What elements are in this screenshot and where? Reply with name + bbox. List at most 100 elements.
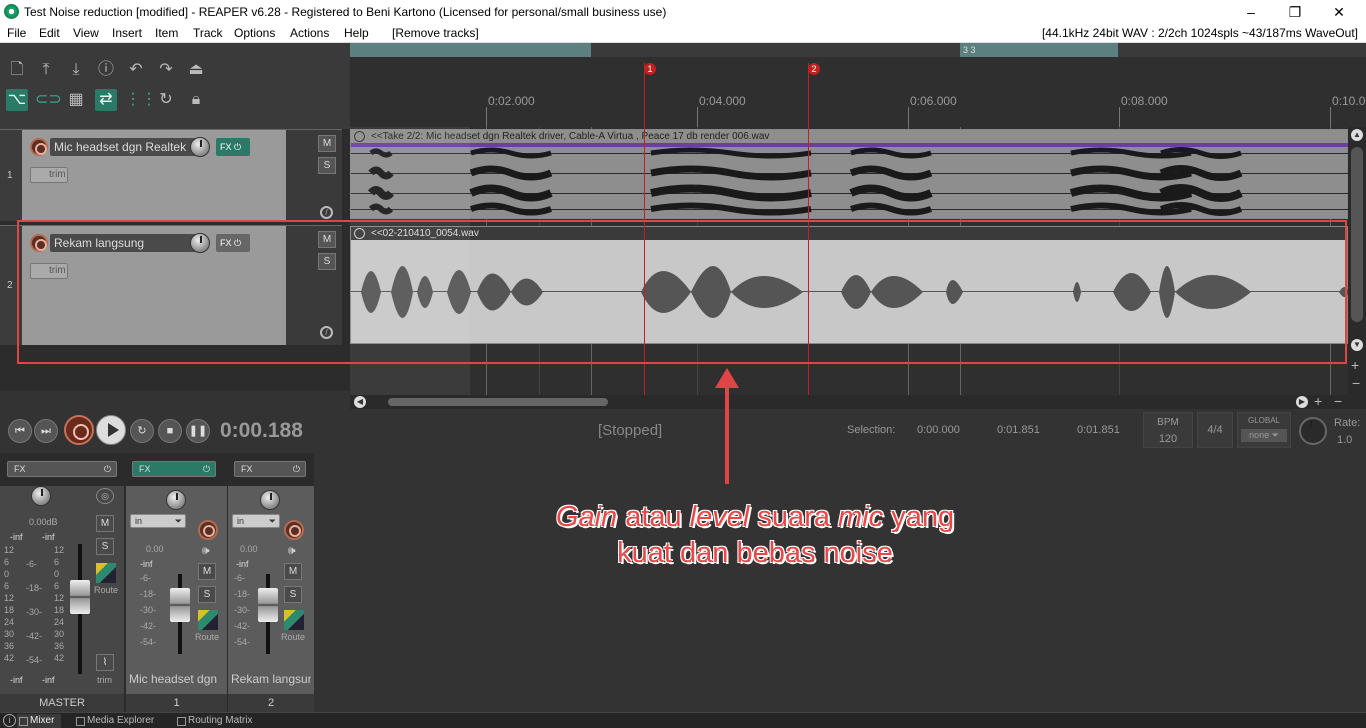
strip-record-arm-button[interactable]: [198, 520, 218, 540]
tab-media-explorer[interactable]: Media Explorer: [74, 714, 164, 728]
menu-help[interactable]: Help: [344, 26, 369, 40]
new-project-icon[interactable]: 🗋: [6, 59, 28, 81]
close-button[interactable]: ✕: [1324, 2, 1354, 22]
strip-mute-button[interactable]: M: [198, 563, 216, 580]
play-button[interactable]: [96, 415, 126, 445]
strip-solo-button[interactable]: S: [198, 586, 216, 603]
ripple-edit-icon[interactable]: ⌥: [6, 89, 28, 111]
menu-actions[interactable]: Actions: [290, 26, 329, 40]
repeat-button[interactable]: ↻: [130, 419, 154, 443]
pan-knob[interactable]: [260, 490, 280, 510]
record-arm-button[interactable]: [30, 138, 48, 156]
scroll-right-icon[interactable]: ▶: [1296, 396, 1308, 408]
region-bar[interactable]: 3 3: [960, 43, 1118, 57]
master-mute-button[interactable]: M: [96, 515, 114, 532]
menu-insert[interactable]: Insert: [112, 26, 142, 40]
strip-fx-button[interactable]: FX ⏻: [132, 461, 216, 477]
marker-1[interactable]: 1: [644, 63, 656, 75]
menu-remove-tracks[interactable]: [Remove tracks]: [392, 26, 479, 40]
time-signature[interactable]: 4/4: [1197, 412, 1233, 448]
track-name[interactable]: Mic headset dgn Realtek: [50, 138, 200, 156]
route-icon[interactable]: [284, 610, 304, 630]
selection-end[interactable]: 0:01.851: [997, 424, 1040, 436]
route-icon[interactable]: [198, 610, 218, 630]
bpm-box[interactable]: BPM 120: [1143, 412, 1193, 448]
selection-length[interactable]: 0:01.851: [1077, 424, 1120, 436]
minimize-button[interactable]: –: [1236, 2, 1266, 22]
scroll-up-icon[interactable]: ▲: [1351, 129, 1363, 141]
global-automation-box[interactable]: GLOBAL none ⏷: [1237, 412, 1291, 448]
grid-lines-icon[interactable]: ⋮⋮: [125, 89, 157, 111]
route-icon[interactable]: [96, 563, 116, 583]
fx-button[interactable]: FX ⏻: [216, 138, 250, 156]
volume-knob[interactable]: [190, 137, 210, 157]
selection-start[interactable]: 0:00.000: [917, 424, 960, 436]
zoom-in-vertical-icon[interactable]: +: [1351, 357, 1359, 373]
master-fader[interactable]: [70, 580, 90, 614]
media-item-track-1[interactable]: <<Take 2/2: Mic headset dgn Realtek driv…: [350, 129, 1349, 219]
loop-icon[interactable]: ↻: [155, 89, 177, 111]
scroll-left-icon[interactable]: ◀: [354, 396, 366, 408]
menu-item[interactable]: Item: [155, 26, 178, 40]
menu-options[interactable]: Options: [234, 26, 275, 40]
vertical-scroll-thumb[interactable]: [1351, 147, 1363, 322]
master-pan-knob[interactable]: [31, 486, 51, 506]
pause-button[interactable]: ❚❚: [186, 419, 210, 443]
speaker-icon[interactable]: 🕪︎: [202, 543, 210, 558]
go-to-start-button[interactable]: ⏮: [8, 419, 32, 443]
strip-name[interactable]: Mic headset dgn: [129, 672, 225, 686]
snap-grid-icon[interactable]: ▦: [65, 89, 87, 111]
strip-record-arm-button[interactable]: [284, 520, 304, 540]
metronome-icon[interactable]: ⏏: [185, 59, 207, 81]
vertical-scrollbar[interactable]: ▲ ▼ + −: [1348, 127, 1366, 395]
zoom-in-horizontal-icon[interactable]: +: [1314, 393, 1322, 409]
solo-button[interactable]: S: [318, 157, 336, 174]
project-settings-icon[interactable]: ⓘ: [95, 59, 117, 81]
redo-icon[interactable]: ↷: [155, 59, 177, 81]
lock-icon[interactable]: 🔒︎: [185, 89, 207, 111]
dock-info-icon[interactable]: i: [3, 714, 16, 727]
stop-button[interactable]: ■: [158, 419, 182, 443]
marker-2[interactable]: 2: [808, 63, 820, 75]
stereo-width-icon[interactable]: ◎: [96, 488, 114, 504]
menu-edit[interactable]: Edit: [39, 26, 60, 40]
zoom-out-vertical-icon[interactable]: −: [1352, 375, 1360, 391]
phase-invert-icon[interactable]: /: [320, 206, 333, 219]
speaker-icon[interactable]: 🕪︎: [288, 543, 296, 558]
menu-track[interactable]: Track: [193, 26, 223, 40]
auto-crossfade-icon[interactable]: ⇄: [95, 89, 117, 111]
menu-view[interactable]: View: [73, 26, 99, 40]
master-solo-button[interactable]: S: [96, 538, 114, 555]
global-automation-select[interactable]: none ⏷: [1241, 429, 1287, 442]
mute-button[interactable]: M: [318, 135, 336, 152]
grouping-icon[interactable]: ⊂⊃: [35, 89, 62, 111]
input-select[interactable]: in ⏷: [130, 514, 186, 528]
record-button[interactable]: [64, 415, 94, 445]
master-trim-icon[interactable]: ⌇: [96, 654, 114, 671]
strip-fx-button[interactable]: FX ⏻: [234, 461, 306, 477]
playrate-knob[interactable]: [1299, 417, 1327, 445]
go-to-end-button[interactable]: ⏭: [34, 419, 58, 443]
region-bar[interactable]: [350, 43, 591, 57]
scroll-down-icon[interactable]: ▼: [1351, 339, 1363, 351]
zoom-out-horizontal-icon[interactable]: −: [1334, 393, 1342, 409]
save-icon[interactable]: ⤒: [35, 59, 57, 81]
input-select[interactable]: in ⏷: [232, 514, 280, 528]
timeline-ruler[interactable]: 1 2 0:02.000 0:04.000 0:06.000 0:08.000 …: [350, 57, 1366, 141]
horizontal-scroll-thumb[interactable]: [388, 398, 608, 406]
volume-fader[interactable]: [170, 588, 190, 622]
strip-mute-button[interactable]: M: [284, 563, 302, 580]
horizontal-scrollbar[interactable]: ◀ ▶ + −: [350, 393, 1366, 409]
automation-trim-button[interactable]: trim: [30, 167, 68, 183]
undo-icon[interactable]: ↶: [125, 59, 147, 81]
strip-name[interactable]: Rekam langsung: [231, 672, 311, 686]
tab-mixer[interactable]: Mixer: [17, 714, 61, 728]
tab-routing-matrix[interactable]: Routing Matrix: [175, 714, 265, 728]
master-fx-button[interactable]: FX ⏻: [7, 461, 117, 477]
maximize-button[interactable]: ❐: [1280, 2, 1310, 22]
strip-solo-button[interactable]: S: [284, 586, 302, 603]
menu-file[interactable]: File: [7, 26, 26, 40]
pan-knob[interactable]: [166, 490, 186, 510]
volume-fader[interactable]: [258, 588, 278, 622]
track-row-1[interactable]: 1 Mic headset dgn Realtek FX ⏻ trim M S …: [0, 129, 342, 221]
